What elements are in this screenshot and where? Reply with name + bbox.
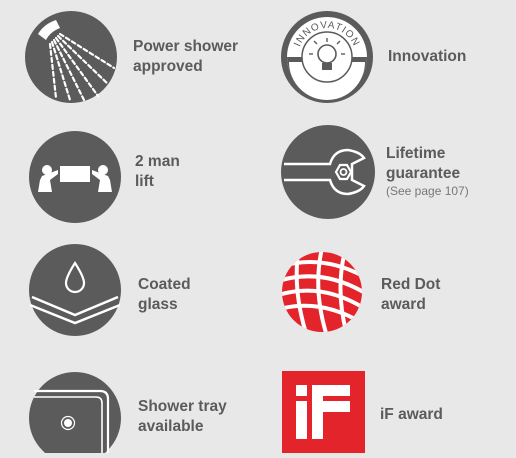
two-man-lift-icon (28, 130, 122, 229)
innovation-lightbulb-icon: INNOVATION (280, 10, 374, 109)
if-award-logo-icon (282, 371, 365, 458)
two-man-lift-label: 2 man lift (135, 153, 180, 190)
shower-head-icon (24, 10, 118, 109)
red-dot-label: Red Dot award (381, 276, 441, 313)
wrench-icon (280, 124, 376, 225)
innovation-label: Innovation (388, 48, 467, 65)
shower-tray-label: Shower tray available (138, 398, 227, 435)
lifetime-guarantee-label: Lifetime guarantee (See page 107) (386, 145, 469, 198)
feature-icons-page: Power shower approved INNOVATION Innovati… (0, 0, 516, 453)
red-dot-award-icon (280, 250, 364, 339)
if-award-label: iF award (380, 406, 443, 423)
power-shower-label: Power shower approved (133, 38, 239, 75)
see-page-note: (See page 107) (386, 184, 469, 198)
shower-tray-icon (28, 371, 122, 458)
coated-glass-label: Coated glass (138, 276, 191, 313)
coated-glass-icon (28, 243, 122, 342)
